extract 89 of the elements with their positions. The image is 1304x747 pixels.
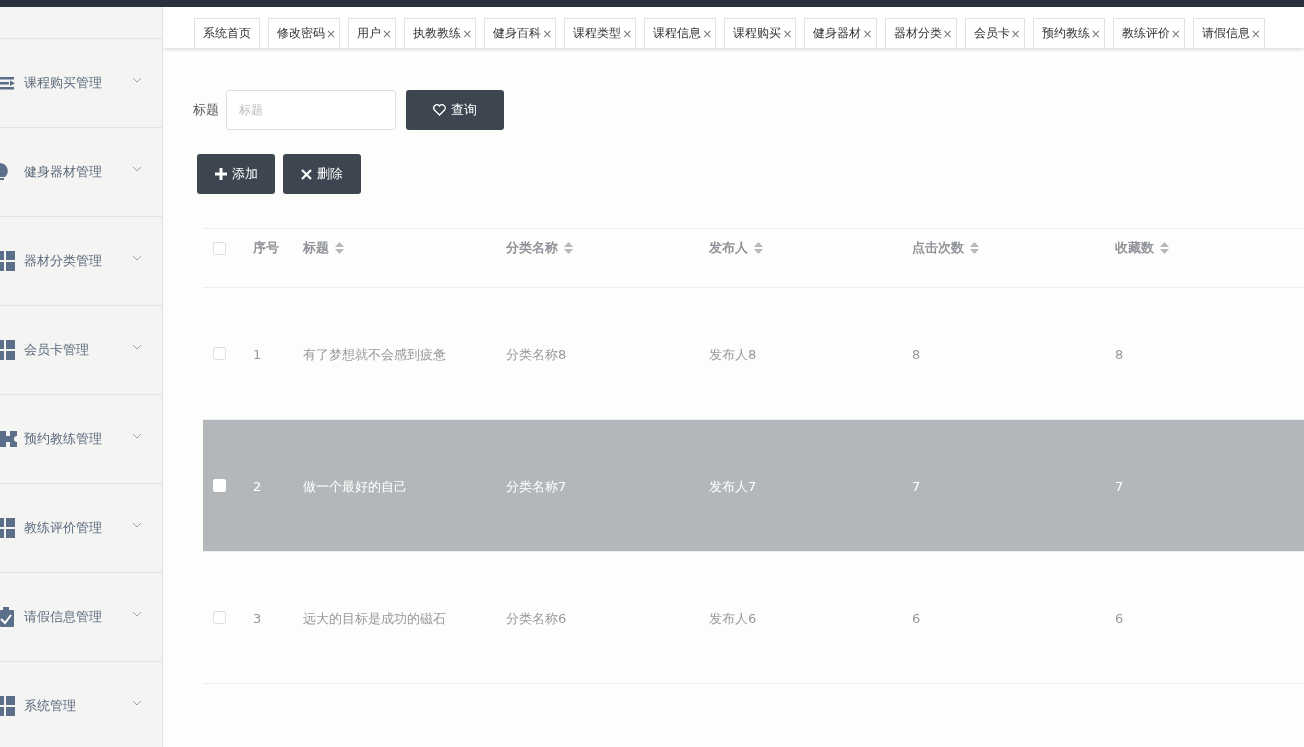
sidebar-item[interactable]: 器材分类管理: [0, 216, 162, 305]
table-cell: 2: [253, 479, 262, 494]
table-cell: 远大的目标是成功的磁石: [303, 610, 446, 626]
close-icon[interactable]: ×: [622, 26, 633, 41]
sort-icon[interactable]: [1160, 242, 1169, 254]
close-icon[interactable]: ×: [702, 26, 713, 41]
select-all-checkbox[interactable]: [213, 241, 226, 255]
sidebar-label: 预约教练管理: [24, 430, 102, 448]
page-tab[interactable]: 执教教练×: [404, 18, 477, 48]
close-icon[interactable]: ×: [326, 26, 337, 41]
table-cell: 分类名称8: [506, 346, 567, 362]
page-tab[interactable]: 课程类型×: [564, 18, 637, 48]
sidebar-label: 健身器材管理: [24, 163, 102, 181]
table-cell: 分类名称7: [506, 478, 567, 494]
list-icon: [0, 76, 15, 90]
table-cell: 7: [912, 479, 921, 494]
table-cell: 3: [253, 611, 262, 626]
sidebar-label: 教练评价管理: [24, 519, 102, 537]
page-tab[interactable]: 课程信息×: [644, 18, 717, 48]
sidebar-item[interactable]: 系统管理: [0, 661, 162, 747]
page-tab[interactable]: 教练评价×: [1112, 18, 1185, 48]
table-cell: 有了梦想就不会感到疲惫: [303, 346, 446, 362]
sidebar-item[interactable]: 教练评价管理: [0, 483, 162, 572]
close-icon[interactable]: ×: [782, 26, 793, 41]
sort-icon[interactable]: [335, 242, 344, 254]
close-icon[interactable]: ×: [1010, 26, 1021, 41]
sidebar-label: 课程购买管理: [24, 74, 102, 92]
table-cell: 8: [1115, 347, 1124, 362]
delete-button[interactable]: 删除: [283, 154, 361, 194]
close-icon[interactable]: ×: [862, 26, 873, 41]
page-tab[interactable]: 健身器材×: [804, 18, 877, 48]
sidebar-label: 系统管理: [24, 697, 76, 715]
table-cell: 发布人7: [709, 478, 757, 494]
title-search-field[interactable]: 标题: [226, 90, 396, 130]
add-button[interactable]: 添加: [197, 154, 275, 194]
table-cell: 分类名称6: [506, 610, 567, 626]
sort-icon[interactable]: [754, 242, 763, 254]
sidebar-item[interactable]: 课程购买管理: [0, 38, 162, 127]
column-header[interactable]: 分类名称: [506, 239, 709, 257]
table-cell: 1: [253, 347, 262, 362]
page-tab[interactable]: 系统首页: [194, 18, 260, 48]
grid-icon: [0, 518, 15, 538]
sort-icon[interactable]: [970, 242, 979, 254]
row-checkbox[interactable]: [213, 347, 226, 360]
ticket-icon: [0, 431, 17, 447]
page-tab[interactable]: 健身百科×: [484, 18, 557, 48]
row-checkbox[interactable]: [213, 611, 226, 624]
sidebar-item[interactable]: 会员卡管理: [0, 305, 162, 394]
page-tab[interactable]: 器材分类×: [884, 18, 957, 48]
sidebar-label: 会员卡管理: [24, 341, 89, 359]
column-header: 序号: [253, 239, 280, 257]
table-row[interactable]: 3 远大的目标是成功的磁石 分类名称6 发布人6 6 6: [203, 552, 1304, 684]
close-icon[interactable]: ×: [1250, 26, 1261, 41]
close-icon[interactable]: ×: [462, 26, 473, 41]
close-icon[interactable]: ×: [542, 26, 553, 41]
page-tab[interactable]: 会员卡×: [964, 18, 1025, 48]
page-tab[interactable]: 修改密码×: [268, 18, 341, 48]
close-icon[interactable]: ×: [1090, 26, 1101, 41]
page-tab[interactable]: 预约教练×: [1032, 18, 1105, 48]
page-tab[interactable]: 用户×: [348, 18, 397, 48]
close-icon: [301, 168, 312, 180]
table-cell: 7: [1115, 479, 1124, 494]
table-cell: 6: [912, 611, 921, 626]
sort-icon[interactable]: [564, 242, 573, 254]
table-cell: 6: [1115, 611, 1124, 626]
table-cell: 发布人6: [709, 610, 757, 626]
grid-icon: [0, 251, 15, 271]
grid-icon: [0, 340, 15, 360]
sidebar-label: 请假信息管理: [24, 608, 102, 626]
close-icon[interactable]: ×: [942, 26, 953, 41]
sidebar-item[interactable]: 请假信息管理: [0, 572, 162, 661]
search-label: 标题: [193, 101, 219, 119]
heart-icon: [433, 104, 446, 116]
sidebar-item[interactable]: 健身器材管理: [0, 127, 162, 216]
column-header[interactable]: 点击次数: [912, 239, 1115, 257]
sidebar-label: 器材分类管理: [24, 252, 102, 270]
sidebar-item[interactable]: 预约教练管理: [0, 394, 162, 483]
query-button[interactable]: 查询: [406, 90, 504, 130]
page-tab[interactable]: 课程购买×: [724, 18, 797, 48]
column-header[interactable]: 发布人: [709, 239, 912, 257]
close-icon[interactable]: ×: [1170, 26, 1181, 41]
page-tab[interactable]: 请假信息×: [1192, 18, 1265, 48]
close-icon[interactable]: ×: [382, 26, 393, 41]
table-cell: 8: [912, 347, 921, 362]
column-header[interactable]: 收藏数: [1115, 239, 1304, 257]
column-header[interactable]: 标题: [303, 239, 506, 257]
table-cell: 发布人8: [709, 346, 757, 362]
grid-icon: [0, 696, 15, 716]
plus-icon: [214, 168, 227, 180]
